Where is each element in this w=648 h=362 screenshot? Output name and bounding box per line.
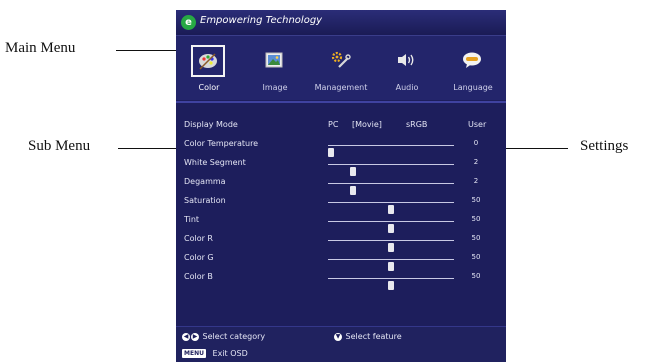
display-mode-row[interactable]: Display Mode PC [Movie] sRGB User xyxy=(176,118,506,136)
setting-label: Degamma xyxy=(184,177,226,186)
display-mode-option-user[interactable]: User xyxy=(468,120,486,129)
speech-bubble-icon xyxy=(457,46,487,74)
setting-row[interactable]: Degamma 2 xyxy=(176,175,506,195)
tab-management[interactable]: Management xyxy=(308,36,374,100)
setting-value: 2 xyxy=(473,177,479,185)
setting-slider[interactable] xyxy=(328,278,454,290)
display-mode-option-pc[interactable]: PC xyxy=(328,120,338,129)
osd-title-bar: e Empowering Technology xyxy=(176,10,506,36)
select-feature-text: Select feature xyxy=(345,332,402,341)
exit-osd-text: Exit OSD xyxy=(212,349,248,358)
setting-row[interactable]: Tint 50 xyxy=(176,213,506,233)
select-category-text: Select category xyxy=(202,332,266,341)
display-mode-option-srgb[interactable]: sRGB xyxy=(406,120,427,129)
setting-label: Color B xyxy=(184,272,213,281)
display-mode-option-movie[interactable]: [Movie] xyxy=(352,120,382,129)
setting-slider[interactable] xyxy=(328,259,454,271)
tab-label: Audio xyxy=(395,83,419,92)
setting-value: 50 xyxy=(471,253,481,261)
palette-icon xyxy=(191,45,225,77)
select-category-hint: ◀ ▶ Select category xyxy=(182,332,265,341)
setting-row[interactable]: Color B 50 xyxy=(176,270,506,290)
tab-label: Management xyxy=(314,83,368,92)
setting-label: Color R xyxy=(184,234,213,243)
setting-value: 50 xyxy=(471,196,481,204)
tab-label: Language xyxy=(453,83,493,92)
display-mode-label: Display Mode xyxy=(184,120,238,129)
setting-value: 50 xyxy=(471,234,481,242)
setting-row[interactable]: Color Temperature 0 xyxy=(176,137,506,157)
brand-text: Empowering Technology xyxy=(200,15,323,26)
setting-label: White Segment xyxy=(184,158,246,167)
picture-icon xyxy=(259,46,289,74)
tab-image[interactable]: Image xyxy=(242,36,308,100)
main-menu-tabs: Color Image Management Audio Language xyxy=(176,36,506,100)
tab-audio[interactable]: Audio xyxy=(374,36,440,100)
exit-osd-hint: MENU Exit OSD xyxy=(182,349,248,358)
setting-slider[interactable] xyxy=(328,240,454,252)
setting-row[interactable]: White Segment 2 xyxy=(176,156,506,176)
main-menu-leader-line xyxy=(116,50,180,51)
setting-slider[interactable] xyxy=(328,145,454,157)
setting-slider[interactable] xyxy=(328,183,454,195)
slider-thumb[interactable] xyxy=(388,281,394,290)
settings-leader-line xyxy=(496,148,568,149)
tab-language[interactable]: Language xyxy=(440,36,506,100)
setting-slider[interactable] xyxy=(328,164,454,176)
setting-label: Tint xyxy=(184,215,200,224)
setting-label: Color Temperature xyxy=(184,139,259,148)
sub-menu-leader-line xyxy=(118,148,184,149)
menu-key-icon: MENU xyxy=(182,349,206,358)
osd-panel: e Empowering Technology Color Image Mana… xyxy=(176,10,506,362)
setting-value: 50 xyxy=(471,272,481,280)
speaker-icon xyxy=(391,46,421,74)
right-arrow-icon: ▶ xyxy=(191,332,199,341)
setting-slider[interactable] xyxy=(328,221,454,233)
setting-value: 0 xyxy=(473,139,479,147)
tab-label: Color xyxy=(198,83,220,92)
tab-color[interactable]: Color xyxy=(176,36,242,100)
setting-row[interactable]: Color G 50 xyxy=(176,251,506,271)
down-arrow-icon: ▼ xyxy=(334,332,342,341)
main-menu-callout: Main Menu xyxy=(5,40,76,56)
setting-slider[interactable] xyxy=(328,202,454,214)
setting-value: 50 xyxy=(471,215,481,223)
setting-row[interactable]: Color R 50 xyxy=(176,232,506,252)
setting-row[interactable]: Saturation 50 xyxy=(176,194,506,214)
settings-callout: Settings xyxy=(580,138,629,154)
tools-icon xyxy=(325,46,355,74)
setting-label: Color G xyxy=(184,253,214,262)
left-arrow-icon: ◀ xyxy=(182,332,190,341)
setting-label: Saturation xyxy=(184,196,226,205)
tab-divider xyxy=(176,101,506,103)
tab-label: Image xyxy=(262,83,288,92)
osd-footer: ◀ ▶ Select category ▼ Select feature MENU… xyxy=(176,326,506,362)
select-feature-hint: ▼ Select feature xyxy=(334,332,402,341)
setting-value: 2 xyxy=(473,158,479,166)
sub-menu-callout: Sub Menu xyxy=(28,138,91,154)
brand-logo-icon: e xyxy=(181,15,196,30)
